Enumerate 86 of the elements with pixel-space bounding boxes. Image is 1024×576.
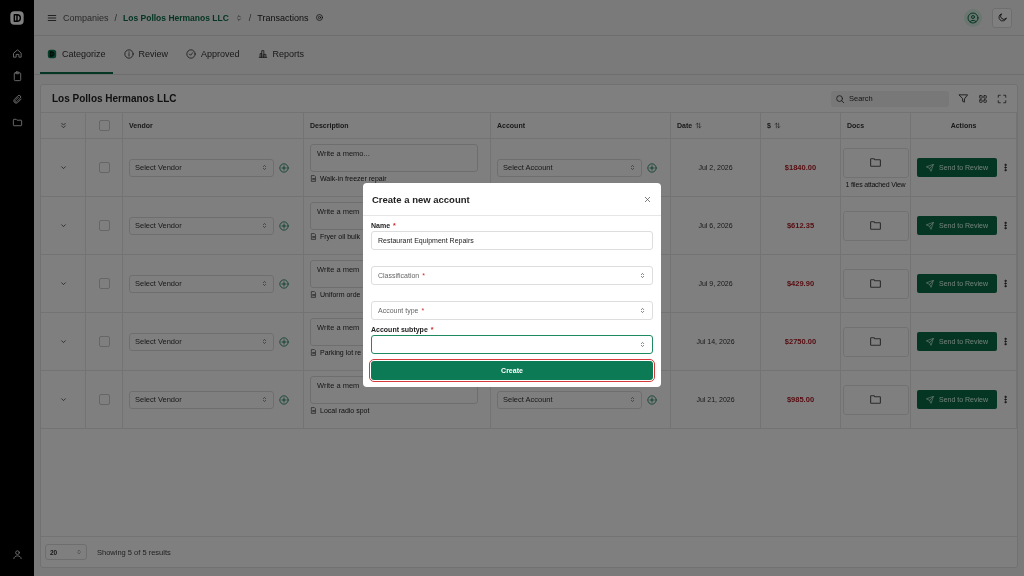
send-icon — [926, 337, 934, 346]
document-icon — [310, 291, 317, 298]
user-icon[interactable] — [11, 549, 23, 560]
sort-icon[interactable] — [773, 122, 781, 129]
updown-icon — [639, 341, 646, 348]
more-icon[interactable] — [1001, 163, 1010, 172]
chevron-down-icon[interactable] — [58, 221, 68, 230]
moon-icon — [996, 12, 1008, 23]
more-icon[interactable] — [1001, 279, 1010, 288]
updown-icon — [261, 280, 268, 287]
updown-icon[interactable] — [234, 13, 243, 22]
folder-icon[interactable] — [11, 117, 23, 128]
folder-icon — [869, 335, 882, 348]
company-switcher[interactable]: Los Pollos Hermanos LLC — [123, 12, 229, 23]
breadcrumb-current: Transactions — [257, 12, 309, 23]
chevron-down-icon[interactable] — [58, 279, 68, 288]
document-icon — [310, 233, 317, 240]
updown-icon — [261, 338, 268, 345]
folder-icon — [869, 277, 882, 290]
checkbox[interactable] — [98, 162, 110, 173]
logo-icon — [47, 49, 57, 59]
send-icon — [926, 221, 934, 230]
breadcrumb-link[interactable]: Companies — [63, 12, 109, 23]
modal-title: Create a new account — [372, 193, 470, 205]
add-icon[interactable] — [647, 394, 657, 405]
folder-icon — [869, 156, 882, 169]
close-icon[interactable] — [643, 194, 652, 204]
tab[interactable]: Approved — [179, 36, 247, 74]
theme-toggle-button[interactable] — [992, 7, 1012, 28]
user-circle-icon — [967, 11, 979, 24]
checkbox[interactable] — [98, 220, 110, 231]
search-icon — [835, 93, 845, 104]
add-icon[interactable] — [647, 162, 657, 173]
more-icon[interactable] — [1001, 395, 1010, 404]
breadcrumb-separator: / — [114, 12, 118, 23]
updown-icon — [629, 164, 636, 171]
updown-icon — [629, 396, 636, 403]
sort-icon[interactable] — [695, 122, 703, 129]
add-icon[interactable] — [279, 278, 289, 289]
bar-chart-icon — [257, 49, 268, 59]
add-icon[interactable] — [279, 394, 289, 405]
updown-icon — [261, 164, 268, 171]
more-icon[interactable] — [1001, 337, 1010, 346]
add-icon[interactable] — [279, 162, 289, 173]
info-icon — [123, 49, 134, 59]
menu-icon[interactable] — [47, 12, 57, 23]
more-icon[interactable] — [1001, 221, 1010, 230]
document-icon — [310, 175, 317, 182]
updown-icon — [261, 396, 268, 403]
tab[interactable]: Reports — [250, 36, 312, 74]
grid-icon[interactable] — [978, 93, 988, 104]
checkbox[interactable] — [98, 394, 110, 405]
updown-icon — [639, 272, 646, 279]
home-icon[interactable] — [11, 48, 23, 59]
app-logo-icon[interactable] — [9, 10, 25, 26]
paperclip-icon[interactable] — [11, 94, 23, 105]
filter-icon[interactable] — [958, 93, 969, 104]
updown-icon — [261, 222, 268, 229]
send-icon — [926, 279, 934, 288]
send-icon — [926, 163, 934, 172]
checkbox[interactable] — [98, 278, 110, 289]
fullscreen-icon[interactable] — [997, 93, 1007, 104]
tab[interactable]: Review — [116, 36, 176, 74]
settings-icon[interactable] — [314, 13, 324, 22]
chevron-down-icon[interactable] — [58, 337, 68, 346]
clipboard-icon[interactable] — [11, 71, 23, 82]
updown-icon — [639, 307, 646, 314]
tab[interactable]: Categorize — [40, 36, 113, 74]
chevron-down-icon[interactable] — [58, 163, 68, 172]
add-icon[interactable] — [279, 336, 289, 347]
checkbox[interactable] — [98, 336, 110, 347]
double-chevron-icon[interactable] — [58, 121, 68, 130]
check-circle-icon — [186, 49, 197, 59]
document-icon — [310, 407, 317, 414]
subtype-select[interactable] — [371, 335, 653, 354]
profile-button[interactable] — [964, 8, 982, 27]
checkbox[interactable] — [98, 120, 110, 131]
breadcrumb-separator: / — [248, 12, 252, 23]
document-icon — [310, 349, 317, 356]
card-title: Los Pollos Hermanos LLC — [52, 93, 177, 104]
folder-icon — [869, 219, 882, 232]
folder-icon — [869, 393, 882, 406]
updown-icon — [76, 549, 82, 555]
send-icon — [926, 395, 934, 404]
add-icon[interactable] — [279, 220, 289, 231]
chevron-down-icon[interactable] — [58, 395, 68, 404]
